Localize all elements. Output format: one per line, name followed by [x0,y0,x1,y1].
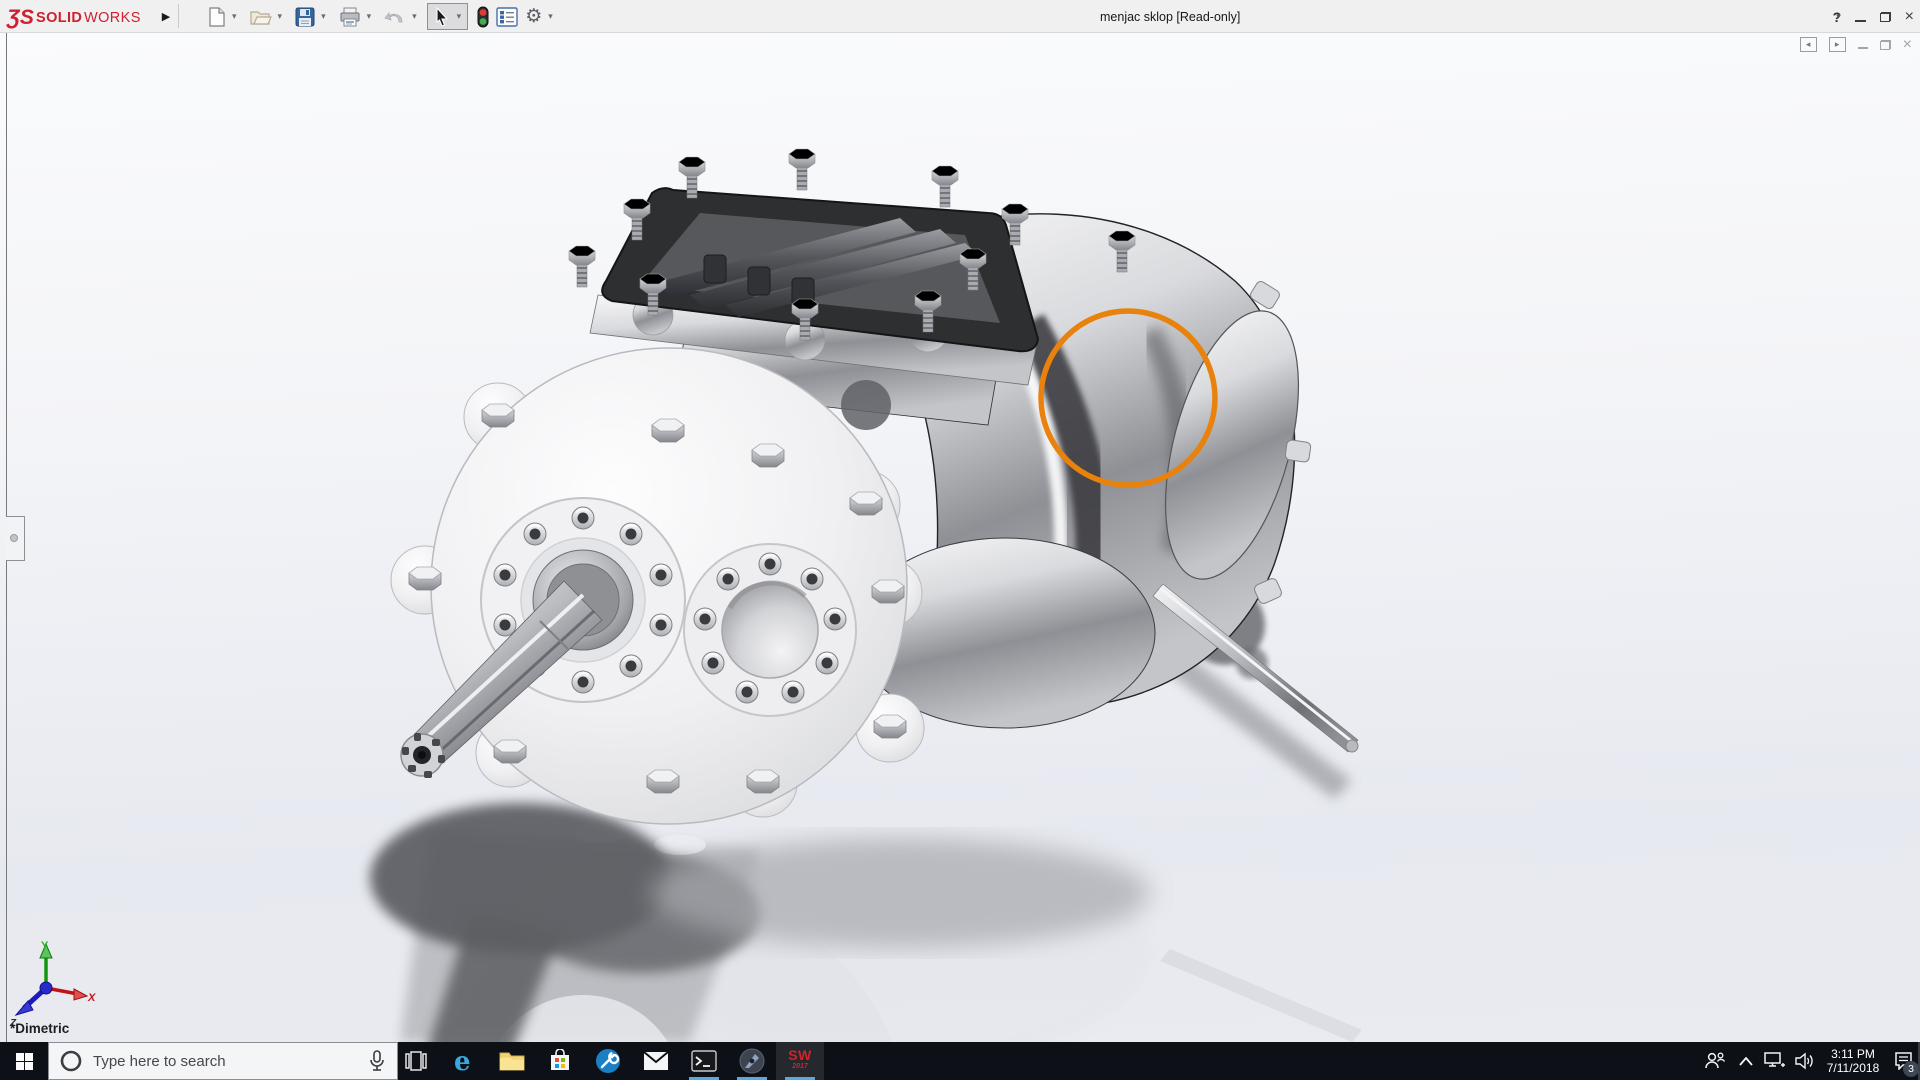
mail-icon [643,1051,669,1070]
svg-text:e: e [454,1048,471,1074]
command-prompt-icon [691,1050,717,1072]
solidworks-logo: ƷS SOLID WORKS [6,6,141,29]
printer-icon [340,7,360,26]
x-axis-label: X [87,992,96,1004]
taskbar-clock[interactable]: 3:11 PM 7/11/2018 [1820,1047,1886,1075]
collapse-right-pane-button[interactable]: ▸ [1828,37,1846,52]
traffic-light-icon [477,6,489,27]
model-3d-view[interactable] [0,33,1920,1042]
settings-wrench-button[interactable] [584,1042,632,1080]
select-tool-dropdown[interactable]: ▾ [455,11,466,22]
svg-text:SOLID: SOLID [36,10,82,26]
volume-button[interactable] [1790,1042,1820,1080]
document-title: menjac sklop [Read-only] [1100,9,1241,24]
floppy-icon [295,7,315,26]
titlebar: ƷS SOLID WORKS ▶ ▾ ▾ ▾ ▾ ▾ ▾ ⚙ ▾ menjac … [0,0,1920,33]
select-tool-group: ▾ [426,3,469,30]
feature-panel-collapsed-tab[interactable] [6,516,25,561]
open-button[interactable] [247,4,275,30]
new-document-dropdown[interactable]: ▾ [230,11,241,22]
orientation-triad: Y X Z [9,940,96,1029]
print-button[interactable] [336,4,364,30]
save-dropdown[interactable]: ▾ [319,11,330,22]
start-button[interactable] [0,1042,48,1080]
chevron-up-icon [1739,1056,1753,1066]
task-view-button[interactable] [392,1042,440,1080]
list-panel-icon [496,6,518,27]
document-window-controls: ◂ ▸ × [1799,36,1912,52]
save-button[interactable] [292,4,318,30]
speaker-icon [1795,1052,1813,1070]
output-bearing-boss [683,543,857,717]
minimize-icon [1854,19,1866,22]
doc-restore-icon [1879,39,1891,50]
doc-minimize-icon [1857,47,1868,49]
restore-icon [1879,11,1891,22]
doc-restore-button[interactable] [1879,39,1891,50]
file-explorer-icon [499,1052,525,1071]
cursor-icon [436,6,448,27]
undo-dropdown[interactable]: ▾ [410,11,421,22]
clock-time: 3:11 PM [1831,1047,1875,1061]
taskbar: Type here to search e SW 2017 3:11 PM 7/… [0,1042,1920,1080]
edge-button[interactable]: e [440,1042,488,1080]
mail-button[interactable] [632,1042,680,1080]
system-tray: 3:11 PM 7/11/2018 3 [1698,1042,1920,1080]
solidworks-app-window: ƷS SOLID WORKS ▶ ▾ ▾ ▾ ▾ ▾ ▾ ⚙ ▾ menjac … [0,0,1920,1080]
command-prompt-button[interactable] [680,1042,728,1080]
help-button[interactable]: ? ▾ [1833,9,1842,25]
people-icon [1705,1052,1726,1069]
minimize-button[interactable] [1854,12,1866,22]
task-view-icon [405,1051,427,1071]
select-tool-button[interactable] [430,4,454,30]
restore-button[interactable] [1879,11,1891,22]
action-center-button[interactable]: 3 [1886,1042,1920,1080]
model-viewer-icon [739,1048,765,1074]
microphone-icon[interactable] [369,1050,385,1072]
notification-badge: 3 [1903,1061,1919,1077]
options-dropdown[interactable]: ▾ [546,11,557,22]
graphics-viewport[interactable]: ◂ ▸ × Y X Z *Dimetric [0,33,1920,1042]
tray-expand-button[interactable] [1732,1042,1760,1080]
network-icon [1764,1052,1785,1067]
view-orientation-label: *Dimetric [10,1021,70,1036]
file-explorer-button[interactable] [488,1042,536,1080]
store-button[interactable] [536,1042,584,1080]
toolbar-flyout-button[interactable]: ▶ [158,5,174,27]
cortana-icon [60,1050,82,1072]
new-document-button[interactable] [205,4,229,30]
toolbar-divider [178,4,179,28]
edge-icon: e [454,1048,471,1074]
wrench-circle-icon [596,1049,620,1073]
open-dropdown[interactable]: ▾ [276,11,287,22]
people-button[interactable] [1698,1042,1732,1080]
folder-icon [249,10,272,25]
taskbar-search-box[interactable]: Type here to search [48,1042,398,1080]
network-button[interactable] [1760,1042,1790,1080]
collapse-left-pane-button[interactable]: ◂ [1799,37,1817,52]
undo-button[interactable] [381,4,409,30]
undo-arrow-icon [384,11,403,22]
clock-date: 7/11/2018 [1826,1061,1880,1075]
page-icon [209,6,225,27]
display-settings-button[interactable] [493,4,521,30]
logo-mark: ƷS [6,6,34,29]
doc-minimize-button[interactable] [1857,40,1868,49]
options-button[interactable]: ⚙ [522,4,545,30]
search-placeholder-text: Type here to search [93,1052,226,1070]
windows-logo-icon [15,1052,33,1070]
doc-close-button[interactable]: × [1903,36,1912,52]
model-viewer-button[interactable] [728,1042,776,1080]
svg-text:WORKS: WORKS [84,10,141,26]
close-button[interactable]: × [1905,8,1914,25]
panel-tab-handle-icon [10,534,18,542]
solidworks-taskbar-button[interactable]: SW 2017 [776,1042,824,1080]
solidworks-2017-icon: SW 2017 [788,1047,812,1070]
rebuild-button[interactable] [474,4,492,30]
help-dropdown-icon: ▾ [1836,11,1841,21]
print-dropdown[interactable]: ▾ [365,11,376,22]
y-axis-label: Y [41,940,49,952]
store-icon [551,1049,569,1070]
